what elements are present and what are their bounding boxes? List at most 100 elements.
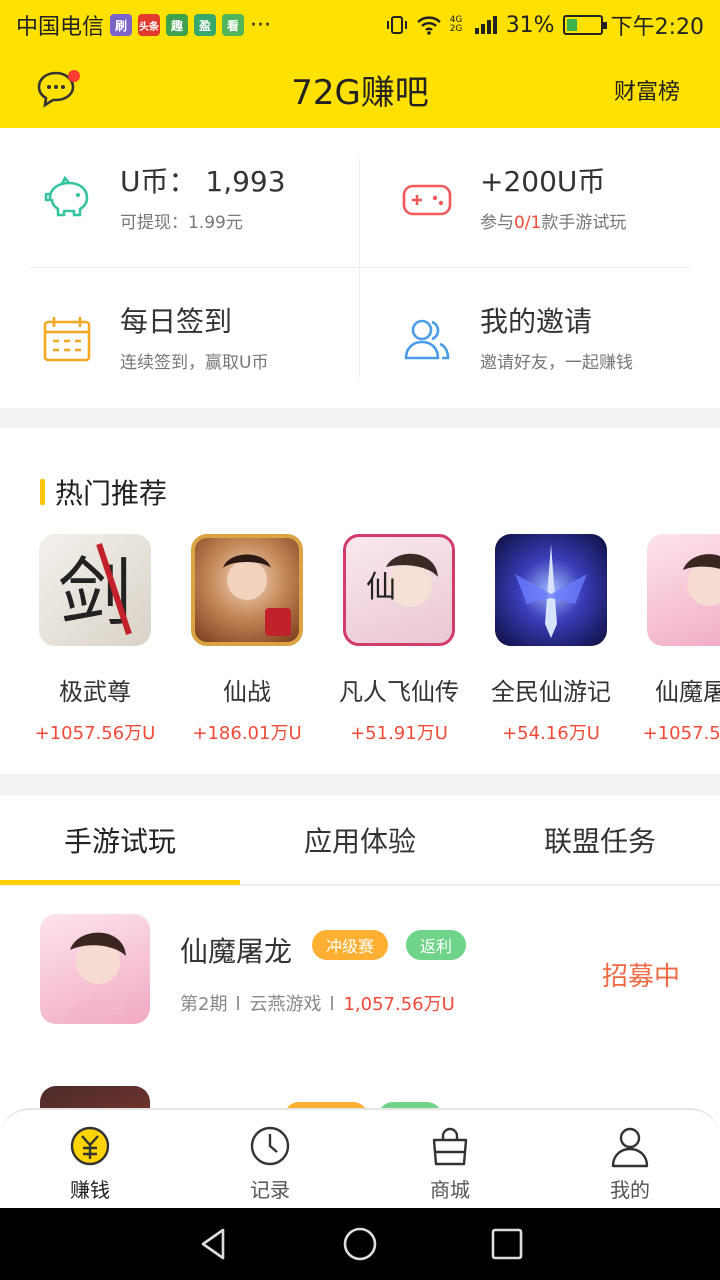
- network-type-label: 4G 2G: [449, 15, 463, 34]
- divider: [30, 267, 690, 268]
- trial-reward: +200U币: [480, 164, 606, 198]
- checkin-title: 每日签到: [120, 304, 233, 338]
- title-accent-bar: [40, 479, 45, 505]
- notification-app-icon: 头条: [138, 14, 161, 36]
- svg-text:剑: 剑: [58, 550, 132, 636]
- hot-recommendations: 热门推荐 剑 极武尊 +1057.56万U 仙战 +186.01万U 仙 凡人飞…: [0, 428, 720, 774]
- invite-title: 我的邀请: [480, 304, 593, 338]
- back-icon[interactable]: [193, 1224, 233, 1264]
- tab-app-experience[interactable]: 应用体验: [240, 795, 480, 884]
- nav-mall[interactable]: 商城: [360, 1110, 540, 1208]
- carrier-label: 中国电信: [16, 15, 105, 40]
- game-item[interactable]: 仙战 +186.01万U: [172, 534, 322, 745]
- trial-progress-count: 0/1: [514, 213, 542, 234]
- game-name: 全民仙游记: [491, 678, 611, 706]
- bag-icon: [432, 1127, 468, 1166]
- game-carousel[interactable]: 剑 极武尊 +1057.56万U 仙战 +186.01万U 仙 凡人飞仙传 +5…: [0, 534, 720, 754]
- coins-card[interactable]: U币： 1,993 可提现：1.99元: [30, 144, 360, 254]
- section-title-label: 热门推荐: [55, 477, 168, 510]
- nav-records[interactable]: 记录: [180, 1110, 360, 1208]
- svg-text:仙: 仙: [366, 570, 396, 605]
- task-tabs: 手游试玩 应用体验 联盟任务: [0, 795, 720, 885]
- tab-alliance-tasks[interactable]: 联盟任务: [480, 795, 720, 884]
- game-cover-image: 仙: [343, 534, 455, 646]
- game-reward: +186.01万U: [192, 723, 302, 744]
- calendar-icon: [43, 317, 91, 362]
- game-cover-image: [495, 534, 607, 646]
- vibrate-icon: [386, 16, 407, 34]
- game-name: 仙魔屠龙: [180, 935, 293, 968]
- section-title: 热门推荐: [40, 472, 167, 512]
- piggy-bank-icon: [44, 175, 89, 217]
- top-area: 中国电信 刷 头条 趣 盈 看 ··· 4G 2G 31% 下午2:20 72G…: [0, 0, 720, 128]
- coins-balance: U币： 1,993: [120, 164, 286, 198]
- coin-icon: [70, 1126, 110, 1166]
- trial-progress-prefix: 参与: [480, 213, 514, 234]
- bottom-navigation: 赚钱 记录 商城 我的: [0, 1108, 720, 1208]
- meta-separator: [237, 996, 240, 1010]
- game-reward: +1057.56万U: [642, 723, 720, 744]
- game-cover-image: 剑: [39, 534, 151, 646]
- nav-earn[interactable]: 赚钱: [0, 1110, 180, 1208]
- trial-progress: 参与0/1款手游试玩: [480, 208, 626, 233]
- recruiting-status[interactable]: 招募中: [602, 956, 680, 993]
- gamepad-icon: [402, 184, 452, 216]
- wealth-ranking-button[interactable]: 财富榜: [614, 74, 680, 106]
- recent-apps-icon[interactable]: [487, 1224, 527, 1264]
- battery-icon: [562, 15, 607, 35]
- game-item[interactable]: 仙 凡人飞仙传 +51.91万U: [324, 534, 474, 745]
- game-cover-image: [191, 534, 303, 646]
- game-reward: +54.16万U: [502, 723, 600, 744]
- unread-dot: [68, 70, 80, 82]
- game-reward: +51.91万U: [350, 723, 448, 744]
- trial-progress-suffix: 款手游试玩: [541, 213, 627, 234]
- game-name: 仙战: [223, 678, 271, 706]
- wifi-icon: [416, 16, 441, 35]
- people-icon: [404, 319, 450, 360]
- period-label: 第2期: [180, 994, 228, 1015]
- status-bar: 中国电信 刷 头条 趣 盈 看 ··· 4G 2G 31% 下午2:20: [0, 0, 720, 50]
- nav-mine[interactable]: 我的: [540, 1110, 720, 1208]
- nav-label: 赚钱: [70, 1178, 110, 1202]
- publisher-label: 云燕游戏: [249, 994, 322, 1015]
- reward-amount: 1,057.56万U: [343, 994, 455, 1015]
- nav-label: 记录: [250, 1178, 290, 1202]
- tab-game-trial[interactable]: 手游试玩: [0, 795, 240, 885]
- game-trial-card[interactable]: +200U币 参与0/1款手游试玩: [390, 144, 720, 254]
- game-item[interactable]: 全民仙游记 +54.16万U: [476, 534, 626, 745]
- withdrawable-amount: 可提现：1.99元: [120, 213, 243, 234]
- game-name: 凡人飞仙传: [339, 678, 459, 706]
- meta-separator: [331, 996, 334, 1010]
- signal-icon: [474, 16, 497, 34]
- notification-app-icon: 刷: [110, 14, 133, 36]
- notification-app-icon: 看: [222, 14, 245, 36]
- rebate-tag: 返利: [406, 930, 467, 960]
- game-name: 极武尊: [59, 678, 131, 706]
- my-invite-card[interactable]: 我的邀请 邀请好友，一起赚钱: [390, 284, 720, 394]
- clock-icon: [250, 1126, 290, 1166]
- nav-label: 我的: [610, 1178, 650, 1202]
- account-cards: U币： 1,993 可提现：1.99元 +200U币 参与0/1款手游试玩 每日…: [0, 128, 720, 408]
- daily-checkin-card[interactable]: 每日签到 连续签到，赢取U币: [30, 284, 360, 394]
- app-header: 72G赚吧 财富榜: [0, 50, 720, 128]
- more-notifications: ···: [250, 12, 271, 38]
- game-cover-image: [647, 534, 720, 646]
- list-item[interactable]: 仙魔屠龙 冲级赛 返利 第2期 云燕游戏 1,057.56万U 招募中: [0, 886, 720, 1056]
- home-icon[interactable]: [340, 1224, 380, 1264]
- game-cover-image: [40, 914, 150, 1024]
- notification-app-icon: 趣: [166, 14, 189, 36]
- battery-level: [566, 19, 577, 31]
- checkin-subtitle: 连续签到，赢取U币: [120, 353, 269, 374]
- system-navigation-bar: [0, 1208, 720, 1280]
- page-title: 72G赚吧: [291, 72, 429, 113]
- nav-label: 商城: [430, 1178, 470, 1202]
- game-item[interactable]: 剑 极武尊 +1057.56万U: [20, 534, 170, 745]
- level-race-tag: 冲级赛: [312, 930, 389, 960]
- game-reward: +1057.56万U: [34, 723, 156, 744]
- messages-button[interactable]: [36, 70, 80, 110]
- game-name: 仙魔屠龙: [655, 678, 720, 706]
- game-item[interactable]: 仙魔屠龙 +1057.56万U: [628, 534, 720, 745]
- person-icon: [611, 1127, 649, 1168]
- notification-app-icon: 盈: [194, 14, 217, 36]
- invite-subtitle: 邀请好友，一起赚钱: [480, 353, 633, 374]
